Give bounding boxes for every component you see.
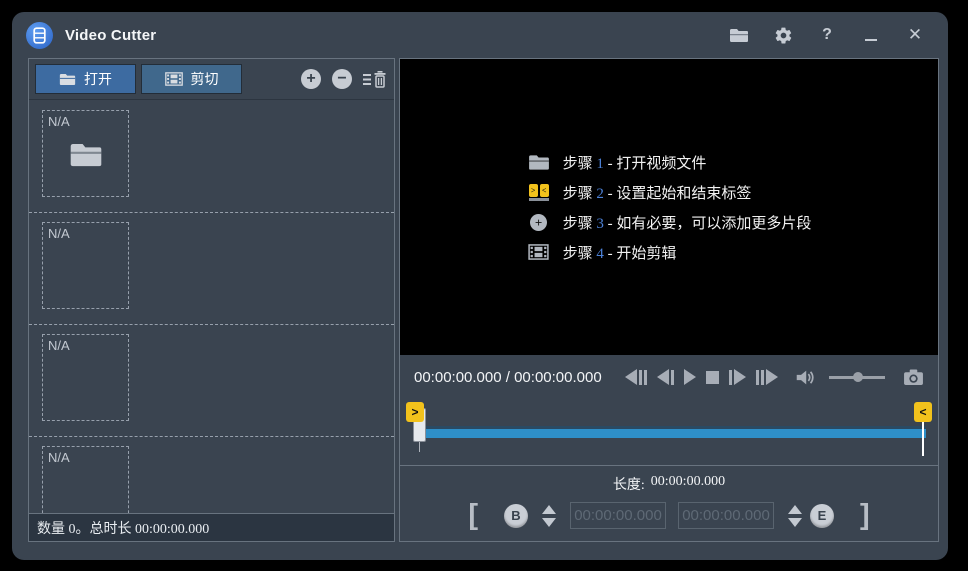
stepper-down-icon[interactable] bbox=[542, 518, 556, 527]
frame-forward-fast-button[interactable] bbox=[756, 368, 778, 386]
end-time-stepper bbox=[788, 505, 802, 527]
step-text: 步骤 4 - 开始剪辑 bbox=[563, 242, 677, 263]
steps-guide: 步骤 1 - 打开视频文件 >< 步骤 2 - bbox=[527, 152, 812, 263]
stepper-up-icon[interactable] bbox=[788, 505, 802, 514]
folder-icon bbox=[527, 154, 551, 171]
plus-icon: + bbox=[306, 71, 315, 87]
step-text: 步骤 2 - 设置起始和结束标签 bbox=[563, 182, 752, 203]
stepper-down-icon[interactable] bbox=[788, 518, 802, 527]
open-bracket: [ bbox=[468, 501, 478, 530]
segment-item-4: N/A bbox=[29, 437, 394, 513]
step-row-2: >< 步骤 2 - 设置起始和结束标签 bbox=[527, 182, 812, 203]
add-segment-button[interactable]: + bbox=[301, 69, 321, 89]
settings-gear-icon[interactable] bbox=[772, 24, 794, 46]
frame-back-button[interactable] bbox=[657, 368, 674, 386]
frame-forward-button[interactable] bbox=[729, 368, 746, 386]
segment-list: N/A N/A N/A bbox=[29, 101, 394, 513]
tab-open[interactable]: 打开 bbox=[35, 64, 136, 94]
app-window: Video Cutter ? ✕ bbox=[12, 12, 948, 560]
segment-item-2: N/A bbox=[29, 213, 394, 325]
segment-thumbnail-3[interactable]: N/A bbox=[42, 334, 129, 421]
segment-item-1: N/A bbox=[29, 101, 394, 213]
start-time-input[interactable] bbox=[570, 502, 666, 529]
clear-list-button[interactable] bbox=[363, 71, 386, 88]
set-end-button[interactable]: E bbox=[810, 504, 834, 528]
clip-list-panel: 打开 剪切 + − bbox=[28, 58, 395, 542]
start-marker[interactable]: > bbox=[406, 402, 424, 422]
app-logo-icon bbox=[26, 22, 53, 49]
stepper-up-icon[interactable] bbox=[542, 505, 556, 514]
set-begin-button[interactable]: B bbox=[504, 504, 528, 528]
segment-label: N/A bbox=[48, 450, 70, 465]
frame-back-fast-button[interactable] bbox=[625, 368, 647, 386]
close-icon: ✕ bbox=[908, 25, 922, 45]
folder-icon bbox=[69, 142, 103, 168]
segment-label: N/A bbox=[48, 114, 70, 129]
stop-button[interactable] bbox=[706, 368, 719, 386]
play-button[interactable] bbox=[684, 368, 696, 386]
clip-toolbar: 打开 剪切 + − bbox=[29, 59, 394, 100]
folder-icon bbox=[59, 73, 76, 86]
volume-slider[interactable] bbox=[829, 368, 885, 386]
step-text: 步骤 1 - 打开视频文件 bbox=[563, 152, 707, 173]
trim-section: 长度: 00:00:00.000 [ B E ] bbox=[400, 465, 938, 541]
tab-cut-label: 剪切 bbox=[191, 69, 219, 89]
help-glyph: ? bbox=[822, 26, 832, 44]
step-row-3: + 步骤 3 - 如有必要，可以添加更多片段 bbox=[527, 212, 812, 233]
minimize-button[interactable] bbox=[860, 24, 882, 46]
mute-speaker-icon[interactable] bbox=[794, 368, 815, 386]
length-readout: 长度: 00:00:00.000 bbox=[400, 474, 938, 494]
snapshot-camera-button[interactable] bbox=[903, 368, 924, 386]
length-value: 00:00:00.000 bbox=[651, 474, 725, 494]
segment-thumbnail-2[interactable]: N/A bbox=[42, 222, 129, 309]
volume-handle[interactable] bbox=[853, 372, 863, 382]
timeline: > < bbox=[400, 399, 938, 465]
segment-thumbnail-1[interactable]: N/A bbox=[42, 110, 129, 197]
start-time-stepper bbox=[542, 505, 556, 527]
film-icon bbox=[165, 72, 183, 86]
open-folder-icon[interactable] bbox=[728, 24, 750, 46]
time-display: 00:00:00.000 / 00:00:00.000 bbox=[414, 369, 602, 386]
markers-icon: >< bbox=[527, 184, 551, 201]
help-icon[interactable]: ? bbox=[816, 24, 838, 46]
end-time-input[interactable] bbox=[678, 502, 774, 529]
timeline-track[interactable] bbox=[416, 426, 926, 438]
titlebar: Video Cutter ? ✕ bbox=[12, 12, 948, 58]
preview-panel: 步骤 1 - 打开视频文件 >< 步骤 2 - bbox=[399, 58, 939, 542]
tab-cut[interactable]: 剪切 bbox=[141, 64, 242, 94]
end-marker[interactable]: < bbox=[914, 402, 932, 422]
tab-open-label: 打开 bbox=[84, 69, 112, 89]
player-controls-row: 00:00:00.000 / 00:00:00.000 bbox=[400, 355, 938, 399]
close-bracket: ] bbox=[860, 501, 870, 530]
status-bar: 数量 0。总时长 00:00:00.000 bbox=[29, 513, 394, 541]
clear-list-trash-icon bbox=[363, 71, 386, 88]
segment-item-3: N/A bbox=[29, 325, 394, 437]
window-title: Video Cutter bbox=[65, 27, 156, 44]
step-text: 步骤 3 - 如有必要，可以添加更多片段 bbox=[563, 212, 812, 233]
step-row-1: 步骤 1 - 打开视频文件 bbox=[527, 152, 812, 173]
step-row-4: 步骤 4 - 开始剪辑 bbox=[527, 242, 812, 263]
add-icon: + bbox=[527, 214, 551, 231]
segment-thumbnail-4[interactable]: N/A bbox=[42, 446, 129, 513]
end-position-line bbox=[922, 421, 924, 456]
remove-segment-button[interactable]: − bbox=[332, 69, 352, 89]
segment-label: N/A bbox=[48, 338, 70, 353]
length-label: 长度: bbox=[613, 474, 645, 494]
minimize-icon bbox=[865, 39, 877, 41]
film-icon bbox=[527, 244, 551, 260]
minus-icon: − bbox=[337, 71, 346, 87]
close-button[interactable]: ✕ bbox=[904, 24, 926, 46]
segment-label: N/A bbox=[48, 226, 70, 241]
video-preview: 步骤 1 - 打开视频文件 >< 步骤 2 - bbox=[400, 59, 938, 355]
